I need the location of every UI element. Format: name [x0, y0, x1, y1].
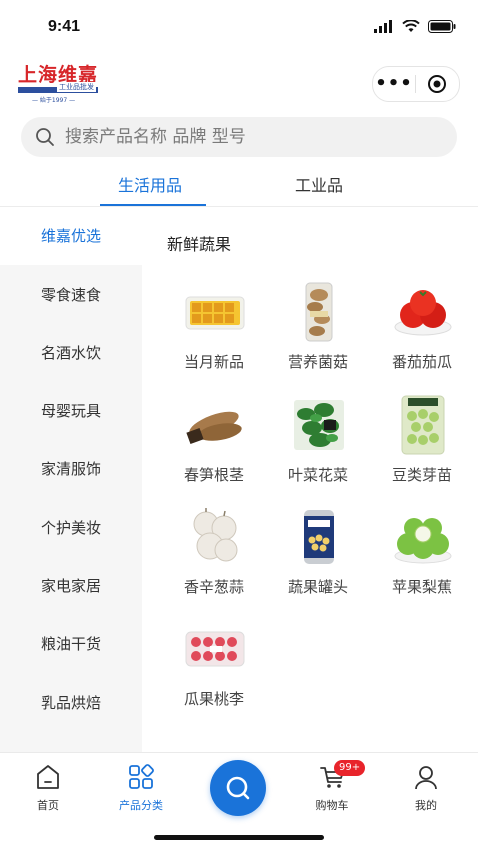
sidebar-item-baby-toys[interactable]: 母婴玩具	[0, 382, 142, 440]
sidebar-item-drinks[interactable]: 名酒水饮	[0, 324, 142, 382]
product-label: 春笋根茎	[183, 466, 244, 484]
sidebar-item-weijia-picks[interactable]: 维嘉优选	[0, 207, 142, 265]
sidebar-item-cleaning-clothing[interactable]: 家清服饰	[0, 440, 142, 498]
mushroom-pack-image	[305, 282, 333, 342]
miniprogram-capsule: •••	[372, 66, 460, 102]
product-label: 香辛葱蒜	[183, 578, 244, 596]
product-cell[interactable]: 叶菜花菜	[263, 388, 373, 494]
close-target-icon[interactable]	[416, 74, 458, 94]
search-icon	[226, 776, 250, 800]
brand-logo: 上海维嘉 工业品批发 — 始于1997 —	[18, 64, 102, 104]
section-title: 新鲜蔬果	[167, 235, 232, 254]
product-cell[interactable]: 香辛葱蒜	[159, 500, 269, 606]
tomato-image	[394, 290, 452, 336]
search-input[interactable]	[63, 126, 427, 148]
product-cell[interactable]: 春笋根茎	[159, 388, 269, 494]
home-indicator	[154, 835, 324, 840]
tab-categories-label: 产品分类	[119, 799, 163, 812]
home-icon	[13, 763, 83, 791]
product-cell[interactable]: 苹果梨蕉	[367, 500, 477, 606]
product-panel: 新鲜蔬果 当月新品 营养菌菇 番茄茄瓜 春笋根茎 叶菜花菜 豆类芽苗 香辛葱蒜 …	[142, 207, 478, 753]
tab-daily-goods[interactable]: 生活用品	[118, 172, 182, 196]
leafy-greens-image	[294, 400, 344, 450]
tab-industrial[interactable]: 工业品	[295, 172, 343, 196]
status-icons	[374, 20, 456, 33]
brand-year: — 始于1997 —	[32, 97, 76, 104]
cart-badge: 99+	[334, 760, 366, 776]
category-icon	[106, 763, 176, 791]
tab-cart-label: 购物车	[315, 799, 349, 812]
sidebar-item-personal-care[interactable]: 个护美妆	[0, 499, 142, 557]
sidebar-item-grain-oil[interactable]: 粮油干货	[0, 615, 142, 673]
product-label: 豆类芽苗	[391, 466, 452, 484]
green-apples-image	[394, 518, 452, 564]
product-cell[interactable]: 豆类芽苗	[367, 388, 477, 494]
product-cell[interactable]: 当月新品	[159, 275, 269, 381]
category-tabs: 生活用品 工业品	[0, 160, 478, 207]
yellow-tray-image	[185, 296, 245, 330]
berries-box-image	[185, 631, 245, 667]
sidebar: 维嘉优选 零食速食 名酒水饮 母婴玩具 家清服饰 个护美妆 家电家居 粮油干货 …	[0, 207, 142, 753]
beans-bag-image	[401, 395, 445, 455]
top-bar: 上海维嘉 工业品批发 — 始于1997 — •••	[0, 56, 478, 112]
product-label: 番茄茄瓜	[391, 353, 452, 371]
search-fab[interactable]	[210, 760, 266, 816]
garlic-image	[193, 508, 238, 562]
profile-icon	[391, 763, 461, 791]
signal-icon	[374, 20, 392, 33]
product-label: 营养菌菇	[287, 353, 348, 371]
tab-home[interactable]: 首页	[13, 753, 83, 821]
tab-home-label: 首页	[37, 799, 59, 812]
battery-icon	[428, 20, 456, 33]
product-cell[interactable]: 番茄茄瓜	[367, 275, 477, 381]
brand-sub: 工业品批发	[57, 82, 96, 92]
wifi-icon	[402, 20, 420, 32]
tab-categories[interactable]: 产品分类	[106, 753, 176, 821]
product-label: 瓜果桃李	[183, 690, 244, 708]
tab-profile-label: 我的	[415, 799, 437, 812]
product-label: 当月新品	[183, 353, 244, 371]
product-label: 苹果梨蕉	[391, 578, 452, 596]
more-icon[interactable]: •••	[373, 67, 415, 101]
search-icon	[35, 127, 55, 147]
product-cell[interactable]: 营养菌菇	[263, 275, 373, 381]
sidebar-item-snacks[interactable]: 零食速食	[0, 266, 142, 324]
product-cell[interactable]: 瓜果桃李	[159, 612, 269, 718]
product-cell[interactable]: 蔬果罐头	[263, 500, 373, 606]
sidebar-item-appliances[interactable]: 家电家居	[0, 557, 142, 615]
product-label: 叶菜花菜	[287, 466, 348, 484]
search-bar[interactable]	[21, 117, 457, 157]
tab-indicator	[100, 204, 206, 206]
status-bar: 9:41	[0, 0, 478, 56]
sidebar-item-dairy-bakery[interactable]: 乳品烘焙	[0, 674, 142, 732]
status-time: 9:41	[48, 18, 81, 35]
yam-image	[186, 411, 242, 445]
canned-beans-image	[304, 510, 334, 564]
product-label: 蔬果罐头	[287, 578, 348, 596]
tab-profile[interactable]: 我的	[391, 753, 461, 821]
brand-stripe: 工业品批发	[18, 82, 98, 93]
